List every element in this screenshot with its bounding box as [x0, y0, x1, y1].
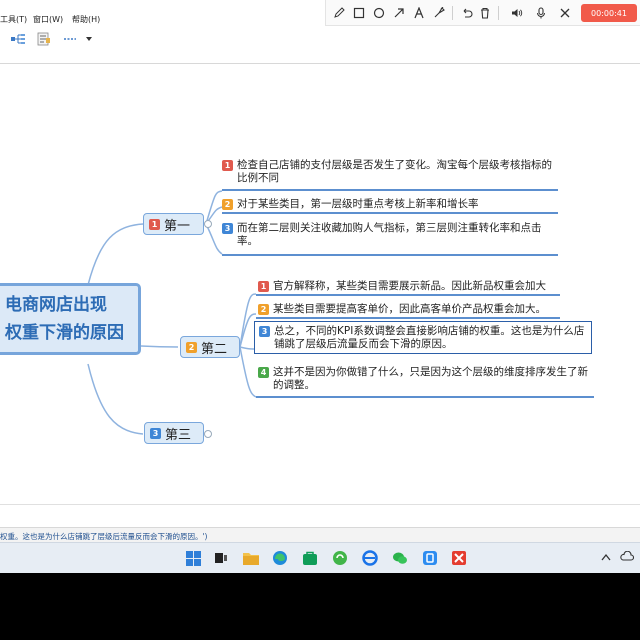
subtopic-text: 对于某些类目，第一层级时重点考核上新率和增长率	[237, 198, 479, 210]
close-icon[interactable]	[556, 4, 574, 22]
subtopic-underline	[256, 294, 560, 296]
subtopic-1-1[interactable]: 1 检查自己店铺的支付层级是否发生了变化。淘宝每个层级考核指标的比例不同	[222, 159, 557, 185]
subtopic-text: 这并不是因为你做错了什么，只是因为这个层级的维度排序发生了新的调整。	[273, 366, 588, 391]
store-icon[interactable]	[300, 548, 320, 568]
chevron-down-icon[interactable]	[84, 32, 94, 46]
menu-help[interactable]: 帮助(H)	[72, 14, 100, 25]
priority-badge: 2	[258, 304, 269, 315]
priority-badge: 1	[149, 218, 160, 230]
rectangle-icon[interactable]	[350, 4, 368, 22]
start-icon[interactable]	[183, 548, 203, 568]
priority-badge: 3	[259, 326, 270, 337]
subtopic-underline	[222, 254, 558, 256]
subtopic-underline	[222, 189, 558, 191]
priority-badge: 2	[222, 199, 233, 210]
topic-first[interactable]: 1 第一	[143, 213, 204, 235]
cloud-icon[interactable]	[620, 550, 635, 564]
structure-icon[interactable]	[10, 32, 26, 46]
subtopic-1-3[interactable]: 3 而在第二层则关注收藏加购人气指标，第三层则注重转化率和点击率。	[222, 222, 557, 248]
subtopic-text: 总之，不同的KPI系数调整会直接影响店铺的权重。这也是为什么店铺跳了层级后流量反…	[274, 325, 585, 350]
subtopic-2-3-selected[interactable]: 3 总之，不同的KPI系数调整会直接影响店铺的权重。这也是为什么店铺跳了层级后流…	[254, 321, 592, 354]
file-explorer-icon[interactable]	[241, 548, 261, 568]
recorder-toolbar: 00:00:41	[325, 0, 640, 26]
app-toolbar	[0, 28, 640, 52]
security-icon[interactable]	[420, 548, 440, 568]
topic-label: 第三	[165, 427, 192, 443]
speaker-icon[interactable]	[508, 4, 526, 22]
topic-third[interactable]: 3 第三	[144, 422, 204, 444]
subtopic-2-2[interactable]: 2 某些类目需要提高客单价，因此高客单价产品权重会加大。	[258, 303, 563, 316]
subtopic-2-4[interactable]: 4 这并不是因为你做错了什么，只是因为这个层级的维度排序发生了新的调整。	[258, 366, 593, 392]
status-bar: 权重。这也是为什么店铺跳了层级后流量反而会下滑的原因。')	[0, 527, 640, 542]
topic-second[interactable]: 2 第二	[180, 336, 240, 358]
toolbar-divider	[498, 6, 499, 20]
wechat-icon[interactable]	[390, 548, 410, 568]
line-style-icon[interactable]	[62, 32, 78, 46]
text-icon[interactable]	[410, 4, 428, 22]
task-view-icon[interactable]	[211, 548, 231, 568]
topic-label: 第一	[164, 218, 191, 234]
priority-badge: 3	[150, 427, 161, 439]
mindmap-canvas[interactable]: 电商网店出现 权重下滑的原因 1 第一 1 检查自己店铺的支付层级是否发生了变化…	[0, 64, 640, 504]
topic-label: 第二	[201, 341, 228, 357]
menu-tools[interactable]: 工具(T)	[0, 14, 27, 25]
subtopic-text: 而在第二层则关注收藏加购人气指标，第三层则注重转化率和点击率。	[237, 222, 542, 247]
priority-badge: 1	[258, 281, 269, 292]
recording-timer[interactable]: 00:00:41	[581, 4, 637, 22]
pen-icon[interactable]	[330, 4, 348, 22]
outline-icon[interactable]	[36, 32, 52, 46]
ie-browser-icon[interactable]	[360, 548, 380, 568]
subtopic-1-2[interactable]: 2 对于某些类目，第一层级时重点考核上新率和增长率	[222, 198, 557, 211]
priority-badge: 3	[222, 223, 233, 234]
subtopic-text: 某些类目需要提高客单价，因此高客单价产品权重会加大。	[273, 303, 546, 315]
subtopic-text: 官方解释称，某些类目需要展示新品。因此新品权重会加大	[273, 280, 546, 292]
collapse-toggle[interactable]	[204, 430, 212, 438]
subtopic-text: 检查自己店铺的支付层级是否发生了变化。淘宝每个层级考核指标的比例不同	[237, 159, 552, 184]
subtopic-underline	[222, 212, 558, 214]
collapse-toggle[interactable]	[204, 220, 212, 228]
priority-badge: 2	[186, 341, 197, 353]
microphone-icon[interactable]	[532, 4, 550, 22]
priority-badge: 4	[258, 367, 269, 378]
chevron-up-icon[interactable]	[601, 551, 611, 564]
toolbar-divider	[452, 6, 453, 20]
subtopic-2-1[interactable]: 1 官方解释称，某些类目需要展示新品。因此新品权重会加大	[258, 280, 563, 293]
central-topic-line2: 权重下滑的原因	[5, 323, 124, 343]
subtopic-underline	[256, 317, 560, 319]
taskbar	[0, 542, 640, 573]
undo-icon[interactable]	[458, 4, 476, 22]
mindmap-app-icon[interactable]	[449, 548, 469, 568]
canvas-bottom-border	[0, 504, 640, 505]
priority-badge: 1	[222, 160, 233, 171]
app-screen: 工具(T) 窗口(W) 帮助(H) 00:00:41 电商网店出现 权重下滑的原…	[0, 0, 640, 573]
central-topic-line1: 电商网店出现	[5, 295, 107, 315]
edge-browser-icon[interactable]	[270, 548, 290, 568]
subtopic-underline	[256, 396, 594, 398]
trash-icon[interactable]	[476, 4, 494, 22]
menu-window[interactable]: 窗口(W)	[33, 14, 63, 25]
circle-icon[interactable]	[370, 4, 388, 22]
highlighter-icon[interactable]	[430, 4, 448, 22]
arrow-icon[interactable]	[390, 4, 408, 22]
app-icon[interactable]	[330, 548, 350, 568]
central-topic[interactable]: 电商网店出现 权重下滑的原因	[0, 283, 141, 355]
status-text: 权重。这也是为什么店铺跳了层级后流量反而会下滑的原因。')	[0, 532, 208, 541]
